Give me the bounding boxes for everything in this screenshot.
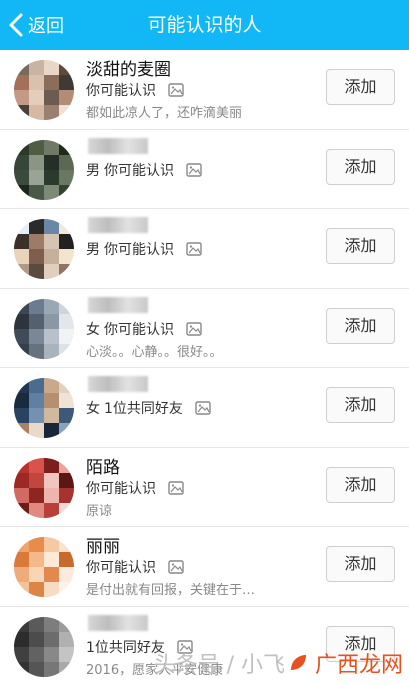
friend-suggestion-row[interactable]: 丽丽你可能认识是付出就有回报，关键在于… 添加	[0, 527, 409, 607]
avatar[interactable]	[14, 298, 74, 359]
name-redaction	[88, 614, 148, 631]
name-redaction	[88, 296, 148, 313]
friend-suggestion-row[interactable]: 女你可能认识心淡。。心静。。很好。。 添加	[0, 288, 409, 368]
add-friend-button[interactable]: 添加	[326, 546, 395, 582]
signature-text: 原谅	[86, 503, 113, 519]
avatar[interactable]	[14, 219, 74, 279]
friend-suggestion-row[interactable]: 女 1位共同好友 添加	[0, 368, 409, 448]
photo-album-icon	[168, 560, 184, 574]
friend-suggestion-row[interactable]: 陌路你可能认识原谅 添加	[0, 447, 409, 527]
relation-label: 1位共同好友	[86, 639, 165, 656]
photo-album-icon	[168, 480, 184, 495]
add-friend-button[interactable]: 添加	[326, 307, 395, 344]
friend-suggestion-row[interactable]: 淡甜的麦圈你可能认识都如此凉人了，还咋滴美丽 添加	[0, 50, 409, 130]
photo-album-icon	[177, 639, 193, 654]
relation-line: 男你可能认识	[86, 239, 202, 259]
contact-name: 淡甜的麦圈	[86, 60, 171, 80]
back-button[interactable]: 返回	[6, 9, 64, 41]
add-friend-button[interactable]: 添加	[326, 466, 395, 503]
relation-label: 你可能认识	[86, 83, 156, 99]
avatar[interactable]	[14, 378, 74, 438]
avatar[interactable]	[14, 60, 74, 120]
photo-album-icon	[186, 321, 202, 336]
add-friend-button[interactable]: 添加	[326, 69, 395, 105]
photo-album-icon	[195, 401, 211, 415]
name-redaction	[88, 137, 148, 154]
gender-label: 女	[86, 401, 100, 417]
gender-label: 男	[86, 242, 100, 258]
relation-line: 你可能认识	[86, 80, 184, 100]
photo-album-icon	[168, 83, 184, 97]
relation-line: 你可能认识	[86, 478, 184, 498]
add-friend-button[interactable]: 添加	[326, 625, 395, 662]
chevron-left-icon	[9, 13, 23, 37]
signature-text: 都如此凉人了，还咋滴美丽	[86, 106, 243, 121]
relation-line: 你可能认识	[86, 557, 184, 577]
signature-text: 是付出就有回报，关键在于…	[86, 583, 256, 598]
avatar[interactable]	[14, 537, 74, 597]
photo-album-icon	[186, 162, 202, 177]
relation-line: 女你可能认识	[86, 319, 202, 339]
relation-label: 你可能认识	[104, 321, 174, 338]
relation-line: 1位共同好友	[86, 637, 193, 657]
avatar[interactable]	[14, 616, 74, 677]
contact-name: 丽丽	[86, 537, 120, 557]
relation-label: 你可能认识	[104, 162, 174, 179]
avatar[interactable]	[14, 139, 74, 200]
relation-line: 女 1位共同好友	[86, 398, 211, 418]
relation-label: 你可能认识	[104, 242, 174, 258]
friend-suggestion-row[interactable]: 1位共同好友 2016，愿家人平安健康 添加	[0, 606, 409, 685]
relation-label: 你可能认识	[86, 560, 156, 576]
back-label: 返回	[28, 16, 64, 37]
signature-text: 心淡。。心静。。很好。。	[86, 344, 223, 360]
signature-text: 2016，愿家人平安健康	[86, 662, 224, 678]
name-redaction	[88, 376, 148, 392]
friend-suggestion-row[interactable]: 男你可能认识 添加	[0, 209, 409, 289]
relation-line: 男你可能认识	[86, 160, 202, 180]
gender-label: 男	[86, 162, 100, 179]
add-friend-button[interactable]: 添加	[326, 387, 395, 423]
add-friend-button[interactable]: 添加	[326, 228, 395, 264]
add-friend-button[interactable]: 添加	[326, 148, 395, 185]
contact-name: 陌路	[86, 457, 120, 478]
photo-album-icon	[186, 242, 202, 256]
name-redaction	[88, 217, 148, 233]
relation-label: 你可能认识	[86, 480, 156, 497]
top-navigation-bar: 返回 可能认识的人	[0, 0, 409, 50]
people-list: 淡甜的麦圈 你可能认识 都如此凉人了，还咋滴美丽 添加男你可能认识 添加男你可能认识 添加…	[0, 50, 409, 685]
friend-suggestion-row[interactable]: 男你可能认识 添加	[0, 129, 409, 209]
gender-label: 女	[86, 321, 100, 338]
avatar[interactable]	[14, 457, 74, 518]
relation-label: 1位共同好友	[104, 401, 183, 417]
